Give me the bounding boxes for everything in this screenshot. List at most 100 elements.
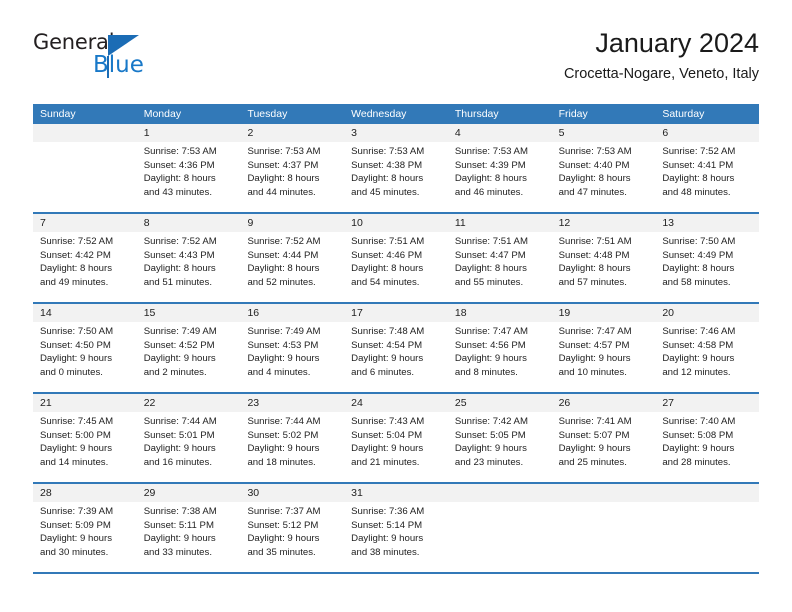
- day-detail-line: Sunrise: 7:53 AM: [558, 146, 632, 157]
- day-detail-lines: [33, 142, 137, 145]
- day-detail-line: Daylight: 9 hours: [247, 353, 320, 365]
- calendar-day-cell[interactable]: 19 Sunrise: 7:47 AM Sunset: 4:57 PM Dayligh…: [551, 304, 656, 392]
- calendar-day-cell[interactable]: 11 Sunrise: 7:51 AM Sunset: 4:47 PM Dayligh…: [447, 214, 552, 302]
- day-detail-line: and 38 minutes.: [351, 546, 420, 558]
- day-detail-line: Daylight: 8 hours: [662, 173, 735, 185]
- day-detail-line: Sunrise: 7:49 AM: [247, 326, 321, 337]
- calendar-day-cell[interactable]: 3 Sunrise: 7:53 AM Sunset: 4:38 PM Daylight…: [344, 124, 448, 212]
- day-detail-line: Sunset: 5:02 PM: [247, 429, 319, 441]
- day-detail-line: and 28 minutes.: [662, 456, 731, 468]
- calendar-day-cell[interactable]: 21 Sunrise: 7:45 AM Sunset: 5:00 PM Dayligh…: [33, 394, 137, 482]
- day-detail-line: Daylight: 8 hours: [454, 173, 527, 185]
- calendar-day-cell[interactable]: 1 Sunrise: 7:53 AM Sunset: 4:36 PM Daylight…: [136, 124, 241, 212]
- calendar-day-cell[interactable]: 31 Sunrise: 7:36 AM Sunset: 5:14 PM Dayligh…: [344, 484, 448, 572]
- day-number: 4: [447, 124, 552, 142]
- day-detail-line: Daylight: 9 hours: [454, 443, 527, 455]
- day-detail-line: Sunrise: 7:52 AM: [40, 236, 114, 247]
- day-detail-line: Sunrise: 7:50 AM: [40, 326, 114, 337]
- calendar-day-cell[interactable]: 20 Sunrise: 7:46 AM Sunset: 4:58 PM Dayligh…: [655, 304, 760, 392]
- calendar-week-row: 14 Sunrise: 7:50 AM Sunset: 4:50 PM Dayligh…: [33, 304, 760, 394]
- day-detail-line: and 12 minutes.: [662, 366, 731, 378]
- weekday-header-tuesday: Tuesday: [247, 108, 288, 120]
- calendar-day-cell[interactable]: 26 Sunrise: 7:41 AM Sunset: 5:07 PM Dayligh…: [551, 394, 656, 482]
- calendar-day-cell[interactable]: 7 Sunrise: 7:52 AM Sunset: 4:42 PM Daylight…: [33, 214, 137, 302]
- calendar-day-cell[interactable]: 29 Sunrise: 7:38 AM Sunset: 5:11 PM Dayligh…: [136, 484, 241, 572]
- calendar-day-cell[interactable]: 2 Sunrise: 7:53 AM Sunset: 4:37 PM Daylight…: [240, 124, 345, 212]
- day-detail-line: and 8 minutes.: [454, 366, 518, 378]
- day-number: 3: [344, 124, 448, 142]
- day-detail-line: Sunrise: 7:48 AM: [351, 326, 425, 337]
- title-block: January 2024 Crocetta-Nogare, Veneto, It…: [564, 28, 759, 82]
- day-detail-lines: Sunrise: 7:53 AM Sunset: 4:37 PM Daylight:…: [240, 142, 344, 199]
- day-number: 30: [240, 484, 345, 502]
- calendar-day-cell[interactable]: 27 Sunrise: 7:40 AM Sunset: 5:08 PM Dayligh…: [655, 394, 760, 482]
- day-detail-line: and 21 minutes.: [351, 456, 420, 468]
- calendar-day-cell[interactable]: 22 Sunrise: 7:44 AM Sunset: 5:01 PM Dayligh…: [136, 394, 241, 482]
- day-number: 13: [655, 214, 760, 232]
- day-detail-line: and 46 minutes.: [454, 186, 524, 198]
- calendar-day-cell[interactable]: 5 Sunrise: 7:53 AM Sunset: 4:40 PM Daylight…: [551, 124, 656, 212]
- calendar-day-cell[interactable]: 6 Sunrise: 7:52 AM Sunset: 4:41 PM Daylight…: [655, 124, 760, 212]
- day-detail-lines: Sunrise: 7:48 AM Sunset: 4:54 PM Daylight:…: [344, 322, 448, 379]
- calendar-day-cell[interactable]: 13 Sunrise: 7:50 AM Sunset: 4:49 PM Dayligh…: [655, 214, 760, 302]
- calendar-week-row: 28 Sunrise: 7:39 AM Sunset: 5:09 PM Dayligh…: [33, 484, 760, 574]
- day-detail-lines: Sunrise: 7:52 AM Sunset: 4:43 PM Daylight:…: [137, 232, 241, 289]
- weekday-header-monday: Monday: [143, 108, 182, 120]
- calendar-day-cell[interactable]: 8 Sunrise: 7:52 AM Sunset: 4:43 PM Daylight…: [136, 214, 241, 302]
- day-detail-line: Daylight: 9 hours: [40, 353, 112, 365]
- weekday-header-sunday: Sunday: [40, 108, 76, 120]
- calendar-day-cell[interactable]: 18 Sunrise: 7:47 AM Sunset: 4:56 PM Dayligh…: [447, 304, 552, 392]
- day-detail-line: Sunset: 4:50 PM: [40, 339, 111, 351]
- day-number: 6: [655, 124, 760, 142]
- calendar-day-cell[interactable]: 15 Sunrise: 7:49 AM Sunset: 4:52 PM Dayligh…: [136, 304, 241, 392]
- day-detail-line: and 57 minutes.: [558, 276, 627, 288]
- day-detail-line: and 2 minutes.: [143, 366, 207, 378]
- calendar-day-cell[interactable]: 24 Sunrise: 7:43 AM Sunset: 5:04 PM Dayligh…: [344, 394, 448, 482]
- day-detail-line: and 45 minutes.: [351, 186, 420, 198]
- day-number: 27: [655, 394, 760, 412]
- day-detail-lines: [448, 502, 552, 505]
- general-blue-logo[interactable]: General Blue: [33, 32, 233, 88]
- day-detail-line: Daylight: 8 hours: [247, 263, 320, 275]
- day-detail-line: Sunrise: 7:46 AM: [662, 326, 736, 337]
- day-detail-lines: Sunrise: 7:49 AM Sunset: 4:53 PM Daylight:…: [240, 322, 344, 379]
- day-detail-line: and 47 minutes.: [558, 186, 627, 198]
- day-detail-line: Sunrise: 7:38 AM: [143, 506, 217, 517]
- day-detail-line: Sunrise: 7:51 AM: [351, 236, 425, 247]
- calendar-day-cell[interactable]: 14 Sunrise: 7:50 AM Sunset: 4:50 PM Dayligh…: [33, 304, 137, 392]
- calendar-day-cell[interactable]: 9 Sunrise: 7:52 AM Sunset: 4:44 PM Daylight…: [240, 214, 345, 302]
- calendar-day-cell[interactable]: 17 Sunrise: 7:48 AM Sunset: 4:54 PM Dayligh…: [344, 304, 448, 392]
- day-detail-lines: Sunrise: 7:52 AM Sunset: 4:41 PM Daylight:…: [655, 142, 759, 199]
- day-detail-line: Sunset: 4:47 PM: [454, 249, 526, 261]
- calendar-day-cell[interactable]: 25 Sunrise: 7:42 AM Sunset: 5:05 PM Dayligh…: [447, 394, 552, 482]
- day-detail-lines: Sunrise: 7:50 AM Sunset: 4:50 PM Daylight:…: [33, 322, 137, 379]
- calendar-day-cell[interactable]: 4 Sunrise: 7:53 AM Sunset: 4:39 PM Daylight…: [447, 124, 552, 212]
- day-detail-line: Sunrise: 7:37 AM: [247, 506, 321, 517]
- day-detail-line: Sunset: 4:58 PM: [662, 339, 734, 351]
- day-detail-line: and 4 minutes.: [247, 366, 311, 378]
- day-detail-lines: Sunrise: 7:47 AM Sunset: 4:57 PM Daylight:…: [552, 322, 656, 379]
- weekday-header-saturday: Saturday: [662, 108, 705, 120]
- day-detail-line: Daylight: 9 hours: [143, 443, 216, 455]
- calendar-weeks: 1 Sunrise: 7:53 AM Sunset: 4:36 PM Daylight…: [33, 124, 760, 574]
- logo-text-general: General: [33, 30, 115, 54]
- day-number: 26: [551, 394, 656, 412]
- calendar-day-cell[interactable]: 16 Sunrise: 7:49 AM Sunset: 4:53 PM Dayligh…: [240, 304, 345, 392]
- calendar-day-cell[interactable]: 12 Sunrise: 7:51 AM Sunset: 4:48 PM Dayligh…: [551, 214, 656, 302]
- day-detail-line: Sunset: 4:49 PM: [662, 249, 734, 261]
- day-detail-line: and 14 minutes.: [40, 456, 109, 468]
- day-detail-line: Daylight: 9 hours: [247, 533, 320, 545]
- day-detail-line: Sunset: 5:07 PM: [558, 429, 630, 441]
- calendar-day-cell[interactable]: 30 Sunrise: 7:37 AM Sunset: 5:12 PM Dayligh…: [240, 484, 345, 572]
- day-detail-lines: Sunrise: 7:53 AM Sunset: 4:40 PM Daylight:…: [552, 142, 656, 199]
- calendar-week-row: 7 Sunrise: 7:52 AM Sunset: 4:42 PM Daylight…: [33, 214, 760, 304]
- calendar-day-cell[interactable]: 23 Sunrise: 7:44 AM Sunset: 5:02 PM Dayligh…: [240, 394, 345, 482]
- day-detail-lines: Sunrise: 7:46 AM Sunset: 4:58 PM Daylight:…: [655, 322, 759, 379]
- calendar-day-cell[interactable]: 10 Sunrise: 7:51 AM Sunset: 4:46 PM Dayligh…: [344, 214, 448, 302]
- day-detail-line: and 30 minutes.: [40, 546, 109, 558]
- day-detail-line: Daylight: 9 hours: [351, 353, 424, 365]
- calendar-day-cell[interactable]: 28 Sunrise: 7:39 AM Sunset: 5:09 PM Dayligh…: [33, 484, 137, 572]
- day-detail-line: Sunset: 5:05 PM: [454, 429, 526, 441]
- day-number: [655, 484, 760, 502]
- day-detail-lines: Sunrise: 7:51 AM Sunset: 4:47 PM Daylight:…: [448, 232, 552, 289]
